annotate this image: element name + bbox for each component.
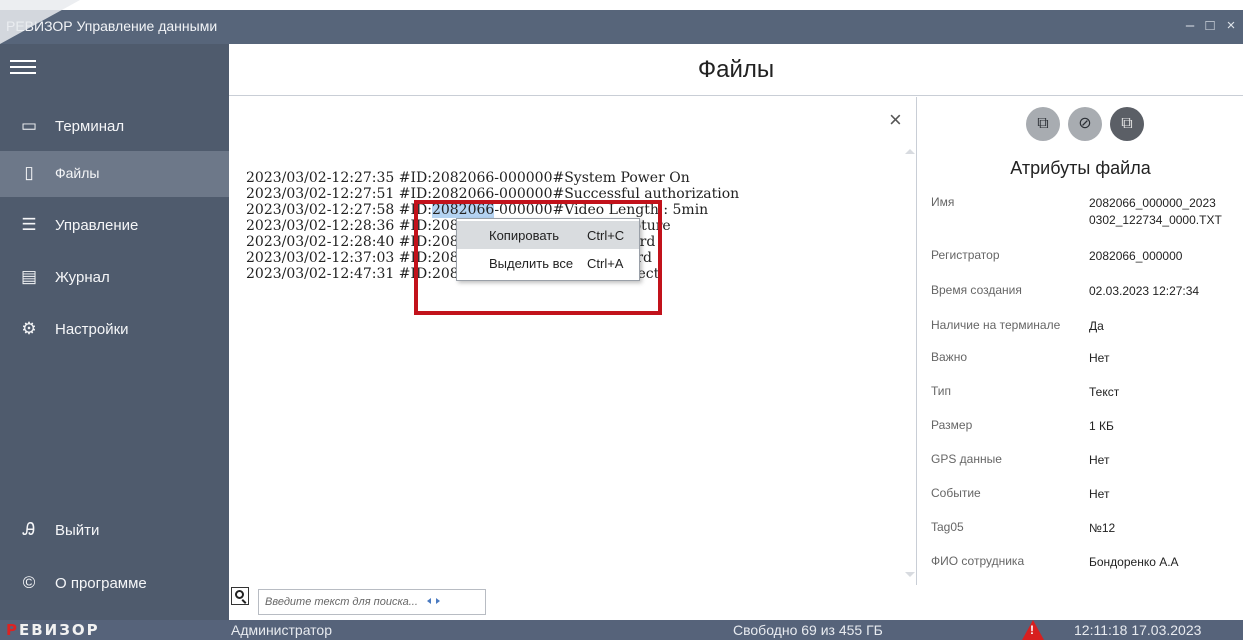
attr-value: Нет — [1089, 351, 1110, 365]
sidebar-item-files[interactable]: ▯ Файлы — [0, 151, 229, 197]
attr-key: Имя — [931, 195, 955, 209]
attr-key: Регистратор — [931, 248, 1000, 262]
free-space: Свободно 69 из 455 ГБ — [733, 622, 883, 638]
attr-value: Бондоренко А.А — [1089, 555, 1179, 569]
sidebar-item-label: Настройки — [55, 321, 129, 338]
attr-value: Нет — [1089, 487, 1110, 501]
attr-key: Размер — [931, 418, 973, 432]
sidebar-item-settings[interactable]: ⚙ Настройки — [0, 307, 229, 353]
eraser-icon[interactable]: ⊘ — [1068, 107, 1102, 141]
sidebar-item-label: Терминал — [55, 118, 125, 135]
status-bar: РЕВИЗОР Администратор Свободно 69 из 455… — [0, 620, 1243, 640]
sidebar-item-label: Выйти — [55, 522, 100, 539]
copyright-icon: © — [22, 573, 36, 592]
clock: 12:11:18 17.03.2023 — [1074, 622, 1202, 638]
attr-value: 02.03.2023 12:27:34 — [1089, 284, 1200, 298]
sidebar-item-label: Управление — [55, 217, 139, 234]
scroll-down-arrow[interactable] — [905, 572, 915, 577]
search-prev-arrow-icon[interactable] — [427, 598, 431, 604]
attr-value: Да — [1089, 319, 1104, 333]
titlebar-strip: РЕВИЗОР Управление данными – □ × — [0, 10, 1243, 44]
sidebar: ▭ Терминал ▯ Файлы ☰ Управление ▤ Журнал… — [0, 44, 229, 620]
search-icon[interactable] — [231, 587, 249, 605]
file-attributes-panel: ⧉ ⊘ ⧉ Атрибуты файла Имя 2082066_000000_… — [918, 97, 1243, 620]
attr-value: 1 КБ — [1089, 419, 1114, 433]
gear-icon: ⚙ — [21, 319, 37, 338]
attr-value: Текст — [1089, 385, 1120, 399]
sidebar-item-logout[interactable]: Ꭿ Выйти — [0, 508, 229, 554]
page-title: Файлы — [697, 56, 775, 83]
current-user: Администратор — [231, 622, 333, 638]
user-exit-icon: Ꭿ — [22, 520, 36, 539]
sidebar-item-control[interactable]: ☰ Управление — [0, 203, 229, 249]
sidebar-item-about[interactable]: © О программе — [0, 561, 229, 607]
scroll-up-arrow[interactable] — [905, 149, 915, 154]
attr-key: GPS данные — [931, 452, 1002, 466]
journal-icon: ▤ — [20, 267, 38, 286]
sidebar-item-label: Файлы — [55, 165, 100, 181]
close-icon[interactable]: × — [889, 107, 902, 133]
log-line: 2023/03/02-12:27:35 #ID:2082066-000000#S… — [246, 170, 690, 186]
attr-key: ФИО сотрудника — [931, 554, 1025, 568]
sidebar-item-terminal[interactable]: ▭ Терминал — [0, 104, 229, 150]
page-header: Файлы — [229, 44, 1243, 96]
attr-value: Нет — [1089, 453, 1110, 467]
search-next-arrow-icon[interactable] — [436, 598, 440, 604]
copy-icon[interactable]: ⧉ — [1026, 107, 1060, 141]
attr-key: Наличие на терминале — [931, 318, 1061, 332]
terminal-icon: ▭ — [20, 116, 38, 135]
close-window-button[interactable]: × — [1219, 14, 1243, 38]
sidebar-item-label: Журнал — [55, 269, 110, 286]
attr-value: 2082066_000000_2023 0302_122734_0000.TXT — [1089, 196, 1222, 227]
search-bar — [229, 585, 917, 617]
corner-decoration — [0, 0, 80, 44]
attr-key: Tag05 — [931, 520, 964, 534]
attr-key: Тип — [931, 384, 952, 398]
window-titlebar: РЕВИЗОР Управление данными – □ × — [0, 0, 1243, 50]
sidebar-item-label: О программе — [55, 575, 147, 592]
attr-key: Время создания — [931, 283, 1022, 297]
attr-value: 2082066_000000 — [1089, 249, 1183, 263]
search-input[interactable] — [258, 589, 486, 615]
warning-mark: ! — [1030, 623, 1034, 637]
attr-key: Событие — [931, 486, 981, 500]
monitor-transfer-icon[interactable]: ⧉ — [1110, 107, 1144, 141]
file-icon: ▯ — [24, 163, 34, 182]
attr-key: Важно — [931, 350, 968, 364]
attributes-title: Атрибуты файла — [1010, 158, 1151, 178]
sliders-icon: ☰ — [21, 215, 37, 234]
annotation-highlight-box — [414, 200, 662, 315]
brand-logo: РЕВИЗОР — [6, 621, 100, 639]
sidebar-item-journal[interactable]: ▤ Журнал — [0, 255, 229, 301]
attr-value: №12 — [1089, 521, 1116, 535]
file-viewer[interactable]: × 2023/03/02-12:27:35 #ID:2082066-000000… — [229, 97, 917, 615]
hamburger-icon[interactable] — [10, 56, 36, 80]
